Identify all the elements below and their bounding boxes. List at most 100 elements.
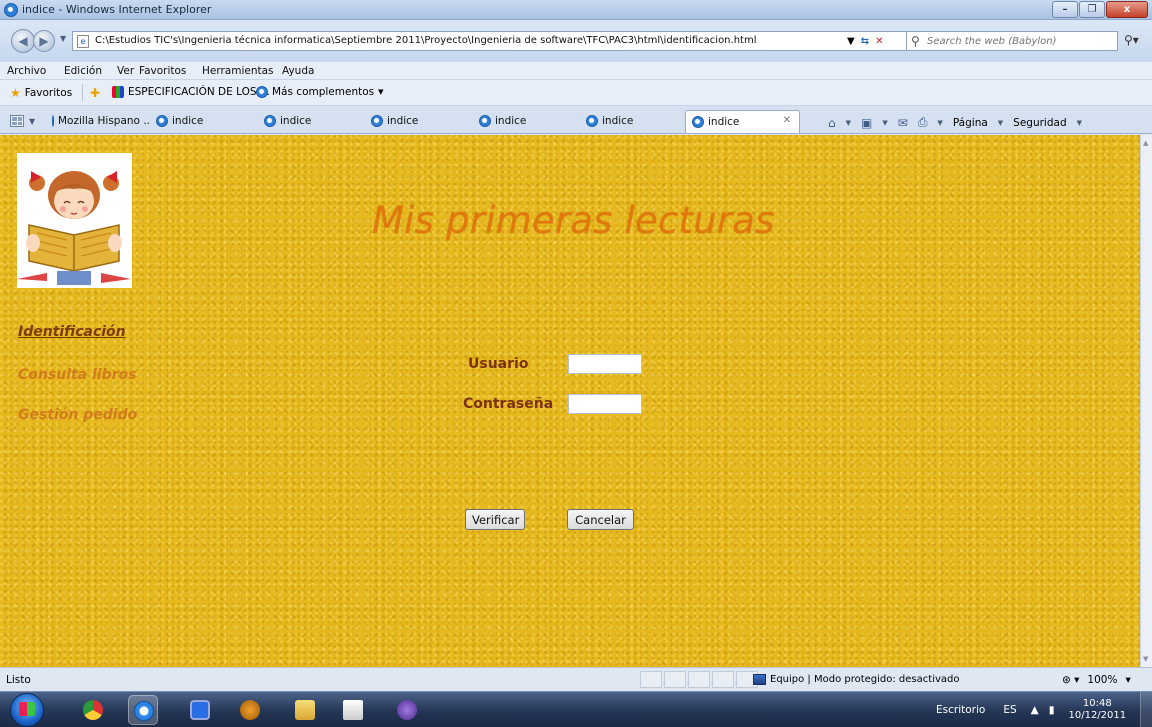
mail-icon[interactable]: ✉: [898, 116, 908, 130]
ie-icon: [256, 86, 268, 98]
username-field[interactable]: [568, 354, 642, 374]
tab-label: indice: [280, 115, 312, 127]
document-icon: [343, 700, 363, 720]
tab-indice[interactable]: indice: [473, 110, 577, 132]
vertical-scrollbar[interactable]: ▲ ▼: [1140, 135, 1152, 667]
history-dropdown-icon[interactable]: ▼: [60, 34, 66, 43]
search-icon: ⚲: [911, 34, 920, 48]
menu-herramientas[interactable]: Herramientas: [202, 65, 274, 77]
verify-button[interactable]: Verificar: [465, 509, 525, 530]
gis-icon: [240, 700, 260, 720]
clock[interactable]: 10:48 10/12/2011: [1068, 698, 1126, 722]
forward-button[interactable]: ▶: [33, 30, 55, 52]
taskbar-document[interactable]: [338, 695, 368, 725]
tab-label: indice: [172, 115, 204, 127]
nav-link-gestion-pedido[interactable]: Gestión pedido: [18, 407, 137, 423]
favorite-link-label: ESPECIFICACIÓN DE LOS ...: [128, 86, 270, 98]
ie-logo-icon: [4, 3, 18, 17]
menu-archivo[interactable]: Archivo: [7, 65, 46, 77]
menu-favoritos[interactable]: Favoritos: [139, 65, 186, 77]
zoom-control[interactable]: ⊛ ▾ 100% ▾: [1062, 674, 1131, 686]
ie-icon: [264, 115, 276, 127]
network-icon[interactable]: ▮: [1049, 704, 1055, 716]
desktop-toolbar[interactable]: Escritorio: [936, 704, 985, 716]
computer-zone-icon: [753, 674, 766, 685]
tab-indice[interactable]: indice: [580, 110, 684, 132]
cancel-button[interactable]: Cancelar: [567, 509, 634, 530]
add-to-favorites-icon: ✚: [90, 86, 101, 100]
taskbar-explorer[interactable]: [290, 695, 320, 725]
tray-expand-icon[interactable]: ▲: [1031, 704, 1039, 716]
security-zone-label: Equipo | Modo protegido: desactivado: [770, 674, 960, 685]
page-menu[interactable]: Página: [953, 117, 988, 129]
show-desktop-button[interactable]: [1140, 692, 1152, 727]
taskbar-gis[interactable]: [235, 695, 265, 725]
security-menu[interactable]: Seguridad: [1013, 117, 1066, 129]
stop-icon[interactable]: ✕: [875, 36, 883, 47]
page-icon: e: [77, 35, 89, 48]
window-title-bar: indice - Windows Internet Explorer – ❐ x: [0, 0, 1152, 20]
minimize-button[interactable]: –: [1052, 1, 1078, 18]
zoom-dropdown-icon[interactable]: ▾: [1125, 674, 1130, 686]
status-panes: [640, 671, 758, 688]
tab-mozilla-hispano[interactable]: Mozilla Hispano ...: [46, 110, 150, 132]
ie-icon: [479, 115, 491, 127]
menu-ayuda[interactable]: Ayuda: [282, 65, 314, 77]
clock-time: 10:48: [1082, 698, 1112, 709]
nav-link-identificacion[interactable]: Identificación: [18, 324, 126, 340]
home-icon[interactable]: ⌂: [828, 116, 836, 130]
menu-ver[interactable]: Ver: [117, 65, 134, 77]
tab-indice[interactable]: indice: [258, 110, 362, 132]
page-title: Mis primeras lecturas: [372, 199, 775, 242]
taskbar-app-blue[interactable]: [185, 695, 215, 725]
menu-edicion[interactable]: Edición: [64, 65, 102, 77]
search-box[interactable]: ⚲: [906, 31, 1118, 51]
feeds-icon[interactable]: ▣: [861, 116, 872, 130]
tab-label: indice: [387, 115, 419, 127]
tab-list-dropdown-icon[interactable]: ▼: [29, 117, 35, 126]
favorite-link-label: Más complementos: [272, 86, 375, 98]
folder-icon: [295, 700, 315, 720]
close-window-button[interactable]: x: [1106, 1, 1148, 18]
quick-tabs-icon[interactable]: [10, 115, 24, 127]
scroll-up-icon[interactable]: ▲: [1143, 139, 1148, 147]
security-zone[interactable]: Equipo | Modo protegido: desactivado: [753, 674, 959, 685]
ie-icon: [586, 115, 598, 127]
favorite-link-especificacion[interactable]: ESPECIFICACIÓN DE LOS ...: [112, 86, 270, 98]
favorites-separator: [82, 84, 83, 101]
address-dropdown-icon[interactable]: ▼: [847, 36, 855, 47]
tab-indice-active[interactable]: indice ✕: [685, 110, 800, 133]
add-favorite-button[interactable]: ✚: [90, 86, 100, 100]
favorite-link-mas-complementos[interactable]: Más complementos ▼: [256, 86, 384, 98]
nav-link-consulta-libros[interactable]: Consulta libros: [18, 367, 136, 383]
refresh-icon[interactable]: ⇆: [861, 36, 869, 47]
menu-bar: Archivo Edición Ver Favoritos Herramient…: [0, 62, 1152, 80]
language-indicator[interactable]: ES: [1003, 704, 1016, 716]
close-tab-icon[interactable]: ✕: [783, 115, 791, 126]
favorites-button[interactable]: ★ Favoritos: [10, 86, 72, 100]
page-content: Mis primeras lecturas Identificación Con…: [0, 135, 1140, 667]
favorites-label: Favoritos: [24, 87, 73, 99]
app-icon: [190, 700, 210, 720]
search-go-icon[interactable]: ⚲▾: [1124, 33, 1139, 47]
windows-logo-icon: [19, 702, 35, 716]
back-button[interactable]: ◀: [11, 29, 35, 53]
tab-indice[interactable]: indice: [365, 110, 469, 132]
tab-bar: ▼ Mozilla Hispano ... indice indice indi…: [0, 106, 1152, 134]
print-icon[interactable]: ⎙: [918, 115, 928, 130]
search-input[interactable]: [927, 34, 1113, 48]
tab-indice[interactable]: indice: [150, 110, 254, 132]
protected-mode-icon: ⊛ ▾: [1062, 674, 1080, 686]
scroll-down-icon[interactable]: ▼: [1143, 655, 1148, 663]
password-field[interactable]: [568, 394, 642, 414]
address-url[interactable]: C:\Estudios TIC's\Ingenieria técnica inf…: [95, 35, 756, 46]
taskbar-nvu[interactable]: [392, 695, 422, 725]
maximize-button[interactable]: ❐: [1079, 1, 1105, 18]
site-icon: [112, 86, 124, 98]
clock-date: 10/12/2011: [1068, 710, 1127, 721]
navigation-bar: ◀ ▶ ▼ e C:\Estudios TIC's\Ingenieria téc…: [0, 20, 1152, 62]
taskbar-internet-explorer[interactable]: [128, 695, 158, 725]
taskbar-chrome[interactable]: [78, 695, 108, 725]
password-label: Contraseña: [463, 396, 554, 412]
command-bar: ⌂ ▼ ▣ ▼ ✉ ⎙ ▼ Página ▼ Seguridad ▼: [828, 115, 1083, 130]
